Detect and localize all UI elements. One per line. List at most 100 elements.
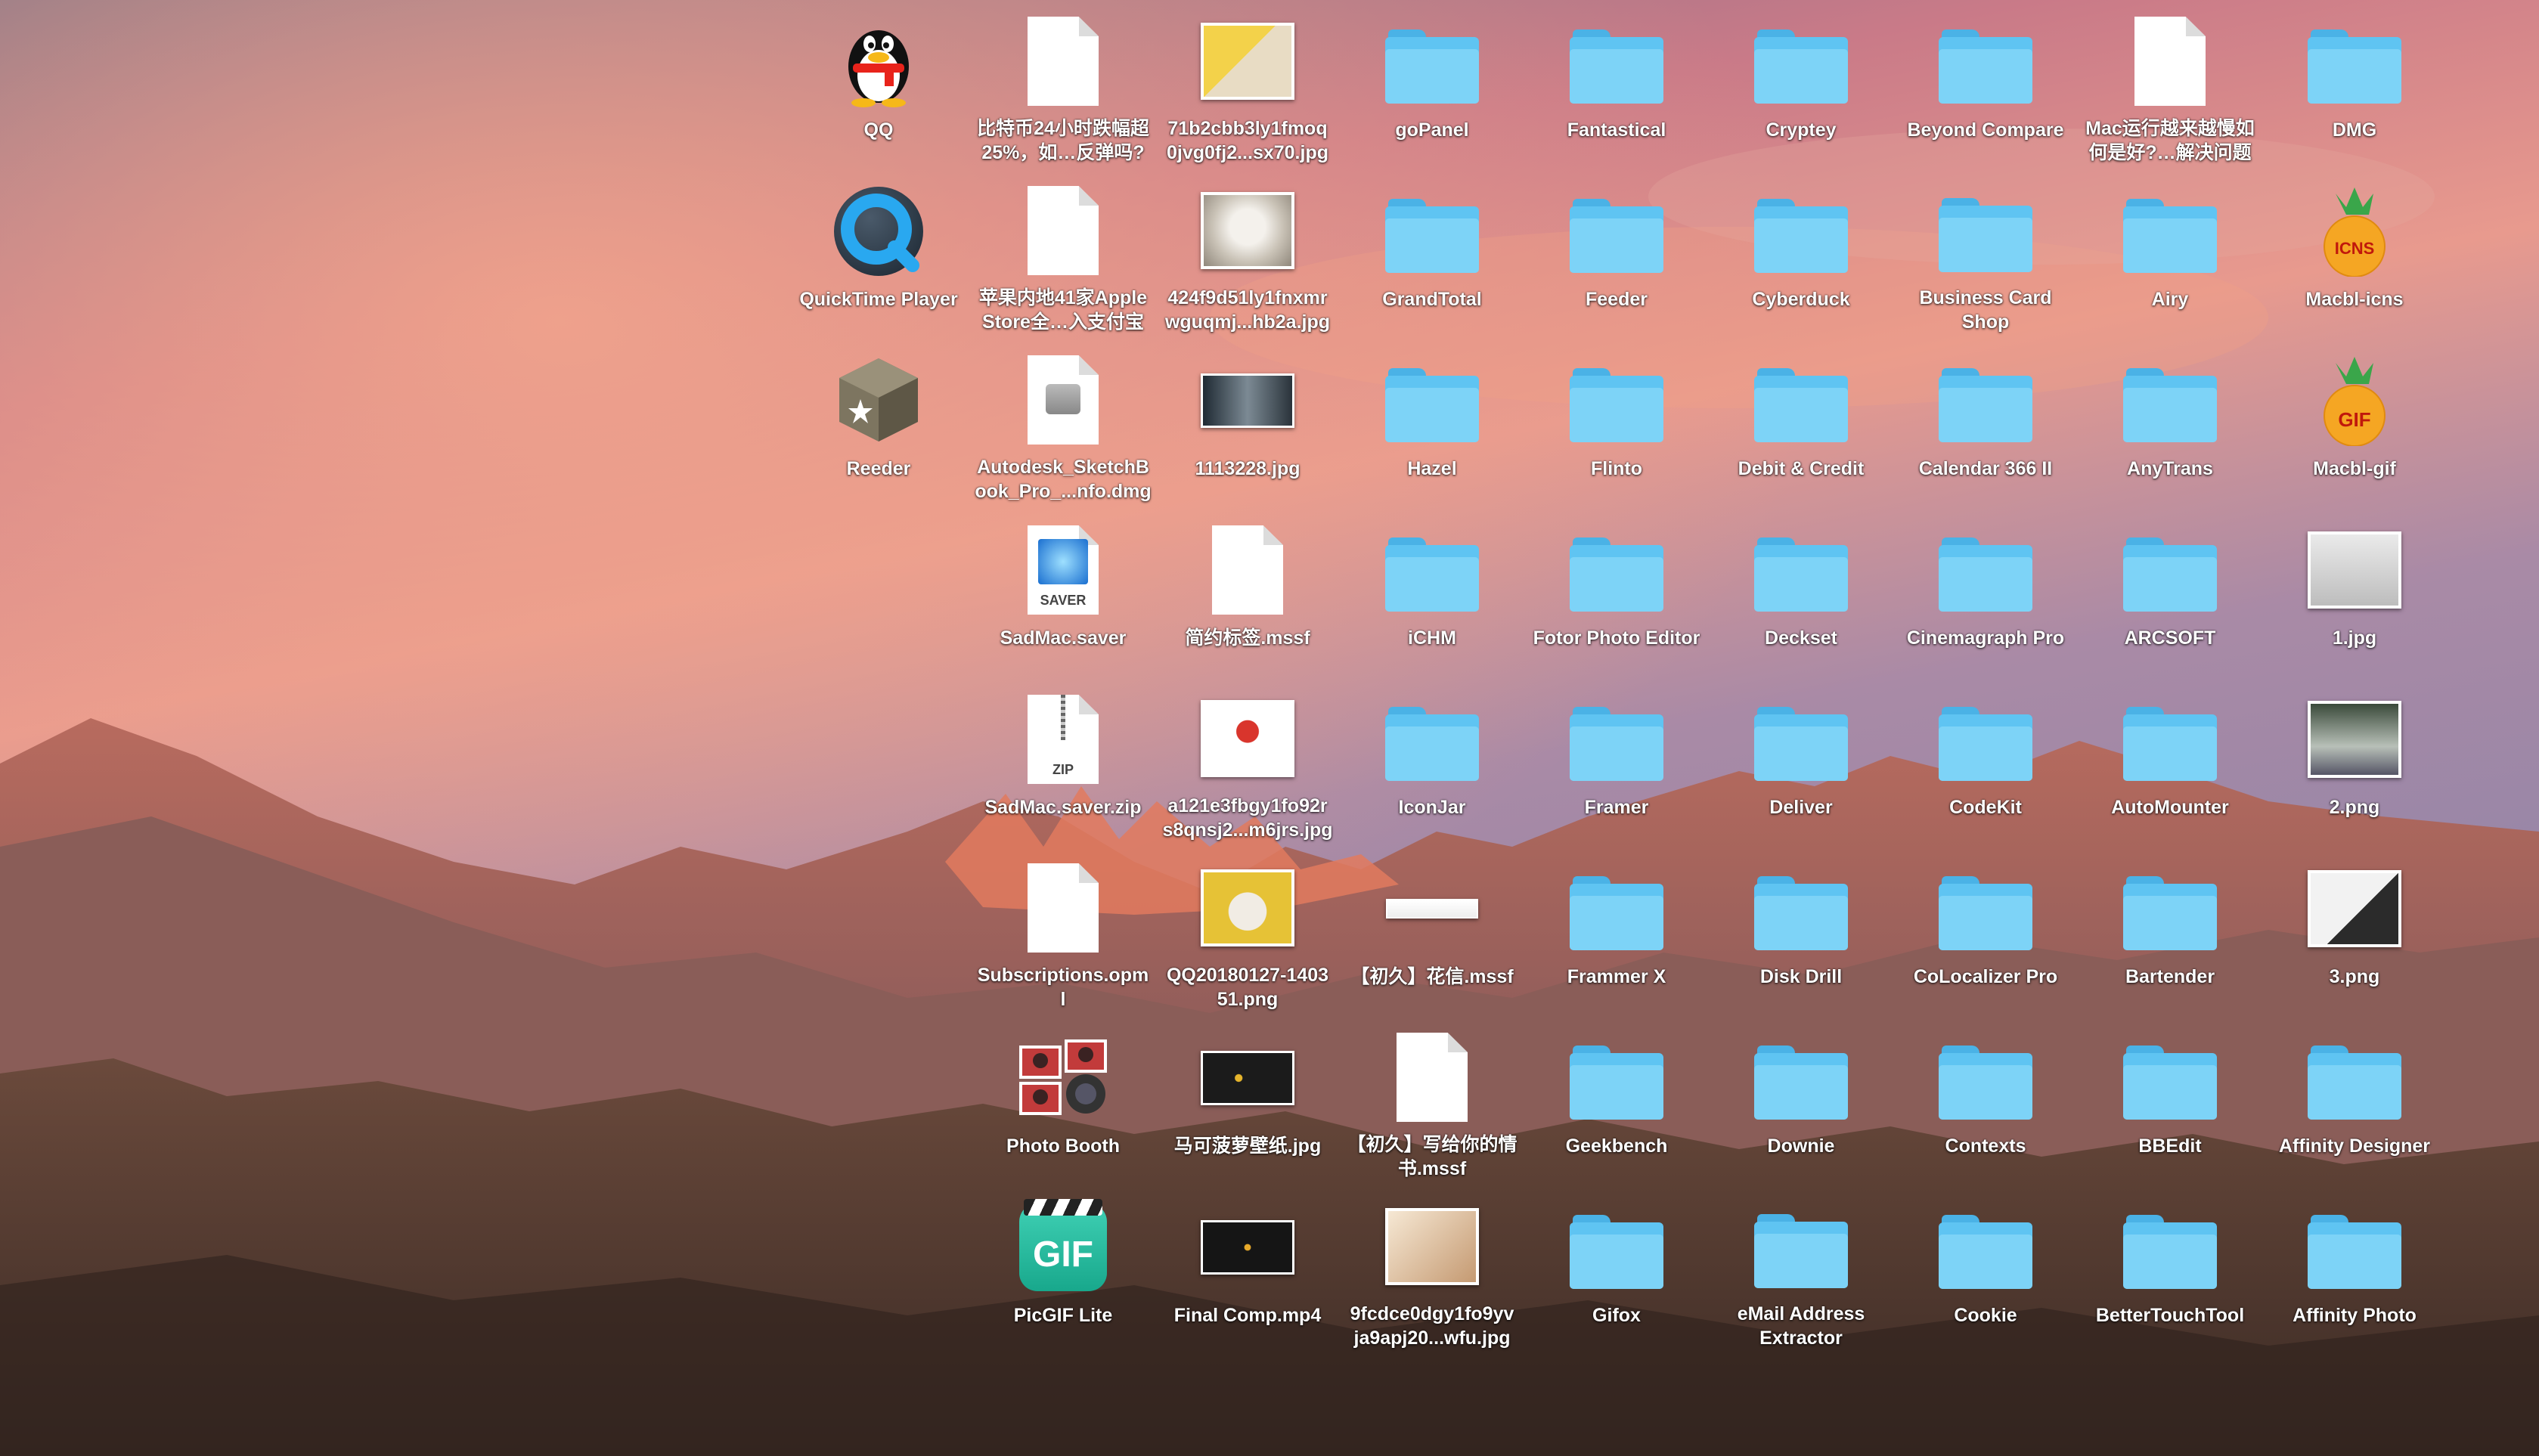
folder-icon [1751,12,1851,112]
desktop-folder-disk-drill[interactable]: Disk Drill [1714,853,1888,1011]
desktop-folder-codekit[interactable]: CodeKit [1899,683,2072,842]
desktop-folder-frammer-x[interactable]: Frammer X [1530,853,1704,1011]
folder-icon [1936,1197,2035,1297]
desktop-item-label: 424f9d51ly1fnxmr wguqmj...hb2a.jpg [1164,287,1331,333]
pineapple-icns-icon: ICNS [2305,181,2404,281]
desktop-file-qq20180127-1403-51-png[interactable]: QQ20180127-1403 51.png [1161,853,1335,1011]
folder-icon [2120,520,2220,620]
desktop-folder-automounter[interactable]: AutoMounter [2083,683,2257,842]
document-icon [2120,12,2220,110]
desktop-file-2-png[interactable]: 2.png [2268,683,2441,842]
folder-icon [1382,520,1482,620]
desktop-file-71b2cbb3ly1fmoq-0jvg0fj2-sx70-jpg[interactable]: 71b2cbb3ly1fmoq 0jvg0fj2...sx70.jpg [1161,6,1335,165]
desktop-folder-cryptey[interactable]: Cryptey [1714,6,1888,165]
desktop-file-9fcdce0dgy1fo9yv-ja9apj20-wfu-jpg[interactable]: 9fcdce0dgy1fo9yv ja9apj20...wfu.jpg [1345,1191,1519,1350]
desktop-folder-calendar-366-ii[interactable]: Calendar 366 II [1899,345,2072,503]
photo-booth-icon [1013,1028,1113,1128]
desktop-item-label: Calendar 366 II [1918,458,2053,479]
folder-icon [1567,859,1666,959]
desktop-file-picgif-lite[interactable]: GIF PicGIF Lite [976,1191,1150,1350]
desktop-item-label: AutoMounter [2111,797,2229,818]
desktop-file-qq[interactable]: QQ [792,6,966,165]
folder-icon [1936,12,2035,112]
desktop-folder-hazel[interactable]: Hazel [1345,345,1519,503]
desktop-icon-grid: QQ QuickTime Player Reeder 比特币24小时跌幅超 25%，如… [0,0,2539,1456]
folder-icon [2305,1028,2404,1128]
desktop-folder-framer[interactable]: Framer [1530,683,1704,842]
desktop-file-1113228-jpg[interactable]: 1113228.jpg [1161,345,1335,503]
desktop-item-label: Fotor Photo Editor [1533,627,1700,649]
desktop-folder-bbedit[interactable]: BBEdit [2083,1022,2257,1181]
desktop-folder-airy[interactable]: Airy [2083,175,2257,334]
desktop-item-label: GrandTotal [1382,289,1482,310]
desktop-file-sadmac-saver-zip[interactable]: ZIP SadMac.saver.zip [976,683,1150,842]
desktop-folder-bartender[interactable]: Bartender [2083,853,2257,1011]
document-icon [1382,1028,1482,1126]
folder-icon [1936,181,2035,280]
desktop-folder-fotor-photo-editor[interactable]: Fotor Photo Editor [1530,514,1704,673]
folder-icon [1751,859,1851,959]
desktop-folder-cinemagraph-pro[interactable]: Cinemagraph Pro [1899,514,2072,673]
desktop-folder-cookie[interactable]: Cookie [1899,1191,2072,1350]
desktop-folder-beyond-compare[interactable]: Beyond Compare [1899,6,2072,165]
desktop-item-label: Autodesk_SketchB ook_Pro_...nfo.dmg [975,457,1152,502]
desktop-folder-grandtotal[interactable]: GrandTotal [1345,175,1519,334]
desktop-file-mssf[interactable]: 【初久】花信.mssf [1345,853,1519,1011]
desktop-folder-affinity-photo[interactable]: Affinity Photo [2268,1191,2441,1350]
folder-icon [1936,351,2035,451]
desktop-file-quicktime-player[interactable]: QuickTime Player [792,175,966,334]
desktop-folder-downie[interactable]: Downie [1714,1022,1888,1181]
desktop-folder-cyberduck[interactable]: Cyberduck [1714,175,1888,334]
desktop-file-reeder[interactable]: Reeder [792,345,966,503]
desktop-folder-gifox[interactable]: Gifox [1530,1191,1704,1350]
desktop-folder-fantastical[interactable]: Fantastical [1530,6,1704,165]
desktop-file-final-comp-mp4[interactable]: Final Comp.mp4 [1161,1191,1335,1350]
desktop-folder-debit-credit[interactable]: Debit & Credit [1714,345,1888,503]
desktop-folder-deckset[interactable]: Deckset [1714,514,1888,673]
desktop-folder-bettertouchtool[interactable]: BetterTouchTool [2083,1191,2257,1350]
desktop-folder-ichm[interactable]: iCHM [1345,514,1519,673]
desktop-file-mssf[interactable]: 简约标签.mssf [1161,514,1335,673]
desktop-folder-geekbench[interactable]: Geekbench [1530,1022,1704,1181]
desktop-file-424f9d51ly1fnxmr-wguqmj-hb2a-jpg[interactable]: 424f9d51ly1fnxmr wguqmj...hb2a.jpg [1161,175,1335,334]
desktop-file-24-25[interactable]: 比特币24小时跌幅超 25%，如…反弹吗? [976,6,1150,165]
desktop-item-label: 苹果内地41家Apple Store全…入支付宝 [978,287,1148,333]
folder-icon [1751,181,1851,281]
desktop-folder-affinity-designer[interactable]: Affinity Designer [2268,1022,2441,1181]
image-thumbnail-icon [1198,351,1297,451]
desktop-folder-deliver[interactable]: Deliver [1714,683,1888,842]
desktop-file-macbl-gif[interactable]: GIF Macbl-gif [2268,345,2441,503]
desktop-folder-iconjar[interactable]: IconJar [1345,683,1519,842]
desktop-file-41-apple-store[interactable]: 苹果内地41家Apple Store全…入支付宝 [976,175,1150,334]
folder-icon [1567,689,1666,789]
folder-icon [1567,181,1666,281]
desktop-folder-gopanel[interactable]: goPanel [1345,6,1519,165]
folder-icon [1751,1028,1851,1128]
desktop-folder-arcsoft[interactable]: ARCSOFT [2083,514,2257,673]
desktop-file-a121e3fbgy1fo92r-s8qnsj2-m6jrs-jpg[interactable]: a121e3fbgy1fo92r s8qnsj2...m6jrs.jpg [1161,683,1335,842]
desktop-folder-colocalizer-pro[interactable]: CoLocalizer Pro [1899,853,2072,1011]
desktop-folder-business-card-shop[interactable]: Business Card Shop [1899,175,2072,334]
desktop-folder-flinto[interactable]: Flinto [1530,345,1704,503]
desktop-item-label: 71b2cbb3ly1fmoq 0jvg0fj2...sx70.jpg [1167,118,1328,163]
desktop-item-label: Hazel [1407,458,1457,479]
desktop-folder-dmg[interactable]: DMG [2268,6,2441,165]
zip-archive-icon: ZIP [1013,689,1113,789]
desktop-file-3-png[interactable]: 3.png [2268,853,2441,1011]
desktop-file-jpg[interactable]: 马可菠萝壁纸.jpg [1161,1022,1335,1181]
desktop-file-autodesk-sketchb-ook-pro-nfo-dmg[interactable]: Autodesk_SketchB ook_Pro_...nfo.dmg [975,345,1152,503]
desktop-item-label: QQ [863,119,894,141]
desktop-folder-contexts[interactable]: Contexts [1899,1022,2072,1181]
desktop-file-mssf[interactable]: 【初久】写给你的情 书.mssf [1345,1022,1519,1181]
desktop-folder-feeder[interactable]: Feeder [1530,175,1704,334]
desktop-item-label: Subscriptions.opm l [977,965,1149,1010]
desktop-item-label: Disk Drill [1759,966,1843,987]
desktop-file-photo-booth[interactable]: Photo Booth [976,1022,1150,1181]
desktop-file-mac[interactable]: Mac运行越来越慢如 何是好?…解决问题 [2083,6,2257,165]
desktop-file-1-jpg[interactable]: 1.jpg [2268,514,2441,673]
desktop-file-macbl-icns[interactable]: ICNS Macbl-icns [2268,175,2441,334]
desktop-file-subscriptions-opm-l[interactable]: Subscriptions.opm l [976,853,1150,1011]
desktop-file-sadmac-saver[interactable]: SAVER SadMac.saver [976,514,1150,673]
desktop-folder-anytrans[interactable]: AnyTrans [2083,345,2257,503]
desktop-folder-email-address-extractor[interactable]: eMail Address Extractor [1714,1191,1888,1350]
